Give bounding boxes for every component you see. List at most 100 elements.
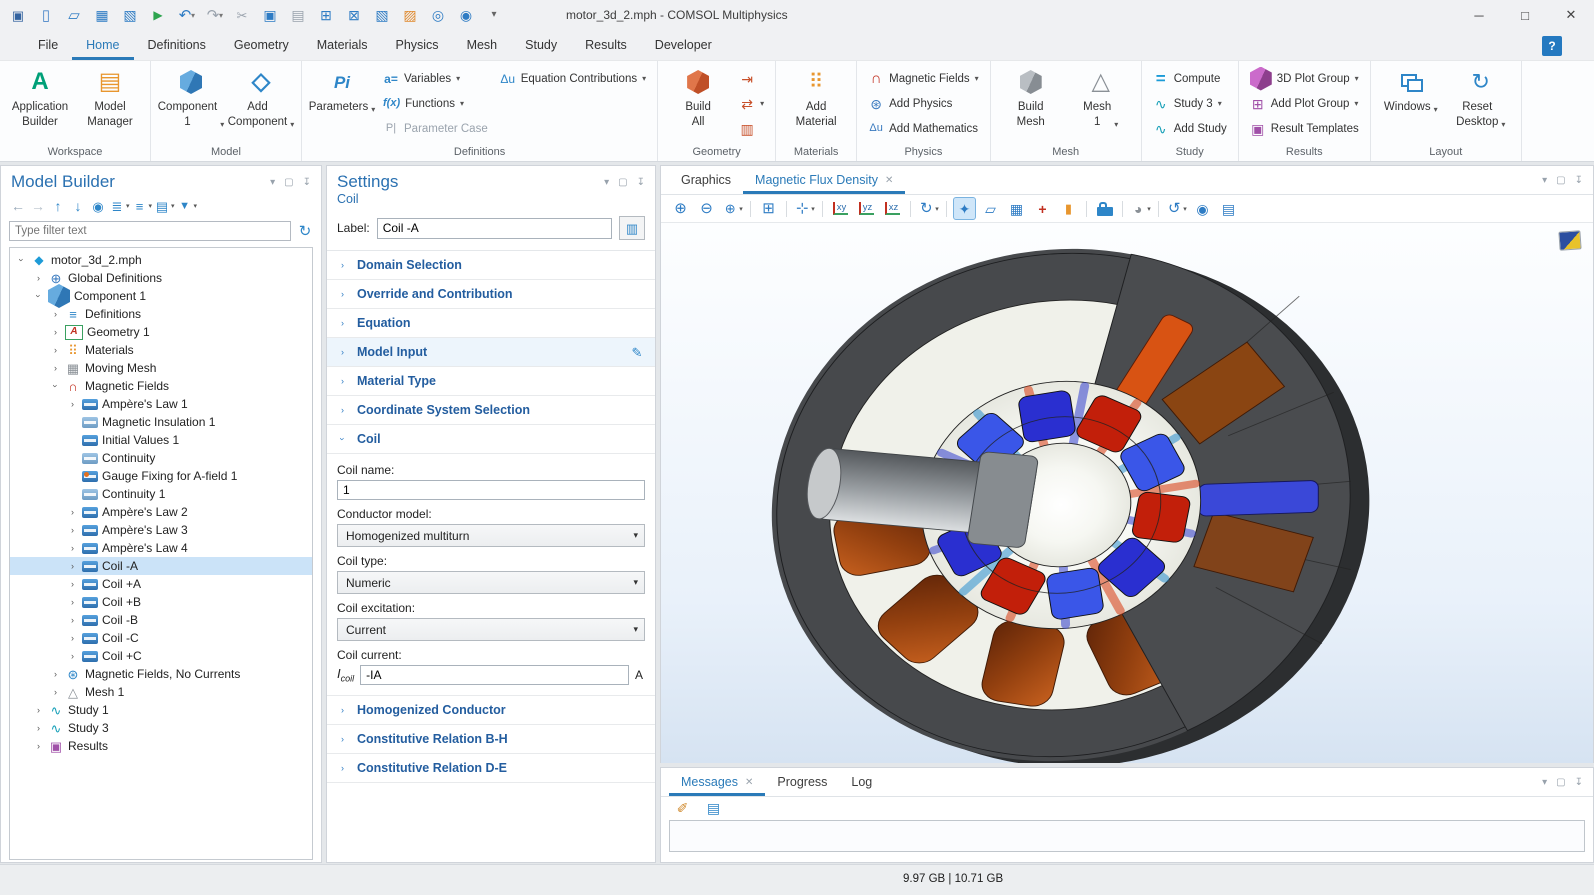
zoom-out-button[interactable]: ⊖ <box>695 197 718 220</box>
transparency-button[interactable]: ▱ <box>979 197 1002 220</box>
tree-collapsed-icon[interactable]: › <box>33 705 44 715</box>
new-file-button[interactable]: ▯ <box>34 3 58 27</box>
graphics-canvas[interactable] <box>661 223 1593 763</box>
tree-item[interactable]: ›Coil -A <box>10 557 312 575</box>
tree-item[interactable]: ›Ampère's Law 3 <box>10 521 312 539</box>
filter-button[interactable]: ▼▾ <box>177 196 198 216</box>
help-button[interactable]: ? <box>1542 36 1562 56</box>
tree-collapsed-icon[interactable]: › <box>67 597 78 607</box>
tab-magnetic-flux-density[interactable]: Magnetic Flux Density✕ <box>743 166 905 194</box>
close-button[interactable]: ✕ <box>1548 0 1594 30</box>
tab-progress[interactable]: Progress <box>765 768 839 796</box>
collapse-caret-icon[interactable]: ▾ <box>270 177 275 188</box>
tree-item[interactable]: Gauge Fixing for A-field 1 <box>10 467 312 485</box>
undo-button[interactable]: ↶▾ <box>174 3 198 27</box>
ribbon-button-result-templates[interactable]: ▣Result Templates <box>1246 116 1363 141</box>
ribbon-button-build-mesh[interactable]: Build Mesh <box>996 64 1066 130</box>
ribbon-button-variables[interactable]: a=Variables▾ <box>379 66 492 91</box>
section-constitutive-relation-d-e[interactable]: ›Constitutive Relation D-E <box>327 754 655 783</box>
tree-item[interactable]: ›∿Study 3 <box>10 719 312 737</box>
tree-item[interactable]: ›Coil +A <box>10 575 312 593</box>
duplicate-button[interactable]: ⊞ <box>314 3 338 27</box>
section-override-and-contribution[interactable]: ›Override and Contribution <box>327 280 655 309</box>
coil-excitation-select[interactable]: Current▾ <box>337 618 645 641</box>
ribbon-button-add-study[interactable]: ∿Add Study <box>1149 116 1231 141</box>
nav-back-button[interactable]: ← <box>9 196 27 216</box>
color-legend-button[interactable]: ▮ <box>1057 197 1080 220</box>
tree-collapsed-icon[interactable]: › <box>50 669 61 679</box>
ribbon-button-reset-desktop[interactable]: ↻Reset Desktop▾ <box>1446 64 1516 130</box>
tree-item[interactable]: ›▣Results <box>10 737 312 755</box>
label-input[interactable] <box>377 218 612 239</box>
minimize-button[interactable]: ─ <box>1456 0 1502 30</box>
open-messages-window-button[interactable]: ▤ <box>702 797 725 820</box>
show-button[interactable]: ◉ <box>89 196 107 216</box>
tree-collapsed-icon[interactable]: › <box>67 651 78 661</box>
ribbon-tab-physics[interactable]: Physics <box>381 30 452 60</box>
tree-collapsed-icon[interactable]: › <box>33 723 44 733</box>
color-theme-button[interactable]: ◕▾ <box>1129 197 1152 220</box>
ribbon-tab-materials[interactable]: Materials <box>303 30 382 60</box>
copy-button[interactable]: ▣ <box>258 3 282 27</box>
rotate-button[interactable]: ↻▾ <box>917 197 940 220</box>
close-icon[interactable]: ✕ <box>745 777 753 788</box>
ribbon-button-parameters[interactable]: PiParameters▾ <box>307 64 377 115</box>
zoom-extents-button[interactable]: ⊞ <box>757 197 780 220</box>
coil-name-input[interactable] <box>337 480 645 500</box>
ribbon-tab-definitions[interactable]: Definitions <box>134 30 220 60</box>
run-button[interactable]: ▶ <box>146 3 170 27</box>
tree-item[interactable]: ›△Mesh 1 <box>10 683 312 701</box>
tree-item[interactable]: Continuity 1 <box>10 485 312 503</box>
tree-item[interactable]: ›Ampère's Law 4 <box>10 539 312 557</box>
undo-caret-icon[interactable]: ▾ <box>191 11 195 20</box>
ribbon-button-mesh-1[interactable]: △Mesh 1▾ <box>1066 64 1136 130</box>
float-window-icon[interactable]: ▢ <box>618 177 627 188</box>
move-up-button[interactable]: ↑ <box>49 196 67 216</box>
tree-collapsed-icon[interactable]: › <box>50 327 61 337</box>
tree-item[interactable]: Magnetic Insulation 1 <box>10 413 312 431</box>
ribbon-button-parameter-case[interactable]: P|Parameter Case <box>379 116 492 141</box>
tree-expanded-icon[interactable]: › <box>17 255 27 266</box>
ribbon-button-application-builder[interactable]: AApplication Builder <box>5 64 75 130</box>
ribbon-button-model-manager[interactable]: ▤Model Manager <box>75 64 145 130</box>
update-plot-button[interactable]: ↺▾ <box>1165 197 1188 220</box>
label-note-button[interactable]: ▥ <box>619 216 645 240</box>
tree-item[interactable]: ›⠿Materials <box>10 341 312 359</box>
app-button[interactable]: ▣ <box>6 3 30 27</box>
zoom-in-button[interactable]: ⊕ <box>669 197 692 220</box>
clear-selection-button[interactable]: ▨ <box>398 3 422 27</box>
pin-icon[interactable]: ↧ <box>637 177 645 188</box>
tree-collapsed-icon[interactable]: › <box>67 525 78 535</box>
view-xy-button[interactable]: xy <box>829 197 852 220</box>
tree-collapsed-icon[interactable]: › <box>50 687 61 697</box>
image-snapshot-button[interactable]: ◉ <box>1191 197 1214 220</box>
collapse-all-button[interactable]: ≡▾ <box>132 196 153 216</box>
ribbon-button-study-3[interactable]: ∿Study 3▾ <box>1149 91 1231 116</box>
tree-collapsed-icon[interactable]: › <box>67 561 78 571</box>
tree-filter-input[interactable] <box>9 221 291 241</box>
tab-graphics[interactable]: Graphics <box>669 166 743 194</box>
cut-button[interactable]: ✂ <box>230 3 254 27</box>
overflow-button[interactable]: ▾ <box>482 3 506 27</box>
messages-output[interactable] <box>669 820 1585 852</box>
paste-button[interactable]: ▤ <box>286 3 310 27</box>
move-down-button[interactable]: ↓ <box>69 196 87 216</box>
section-homogenized-conductor[interactable]: ›Homogenized Conductor <box>327 696 655 725</box>
redo-caret-icon[interactable]: ▾ <box>219 11 223 20</box>
tree-collapsed-icon[interactable]: › <box>33 273 44 283</box>
section-coil[interactable]: › Coil <box>327 425 655 454</box>
tree-collapsed-icon[interactable]: › <box>33 741 44 751</box>
print-button[interactable]: ▤ <box>1217 197 1240 220</box>
ribbon-button-update-geometry[interactable]: ⇄▾ <box>735 91 768 116</box>
tree-collapsed-icon[interactable]: › <box>67 615 78 625</box>
float-window-icon[interactable]: ▢ <box>1556 777 1565 788</box>
tree-item[interactable]: Initial Values 1 <box>10 431 312 449</box>
close-icon[interactable]: ✕ <box>885 175 893 186</box>
float-window-icon[interactable]: ▢ <box>1556 175 1565 186</box>
plot-thumbnail-icon[interactable] <box>1558 230 1581 250</box>
tree-item[interactable]: ›Ampère's Law 2 <box>10 503 312 521</box>
tab-log[interactable]: Log <box>839 768 884 796</box>
zoom-box-button[interactable]: ⊕▾ <box>721 197 744 220</box>
tree-item[interactable]: ›Coil -B <box>10 611 312 629</box>
section-model-input[interactable]: ›Model Input✎ <box>327 338 655 367</box>
